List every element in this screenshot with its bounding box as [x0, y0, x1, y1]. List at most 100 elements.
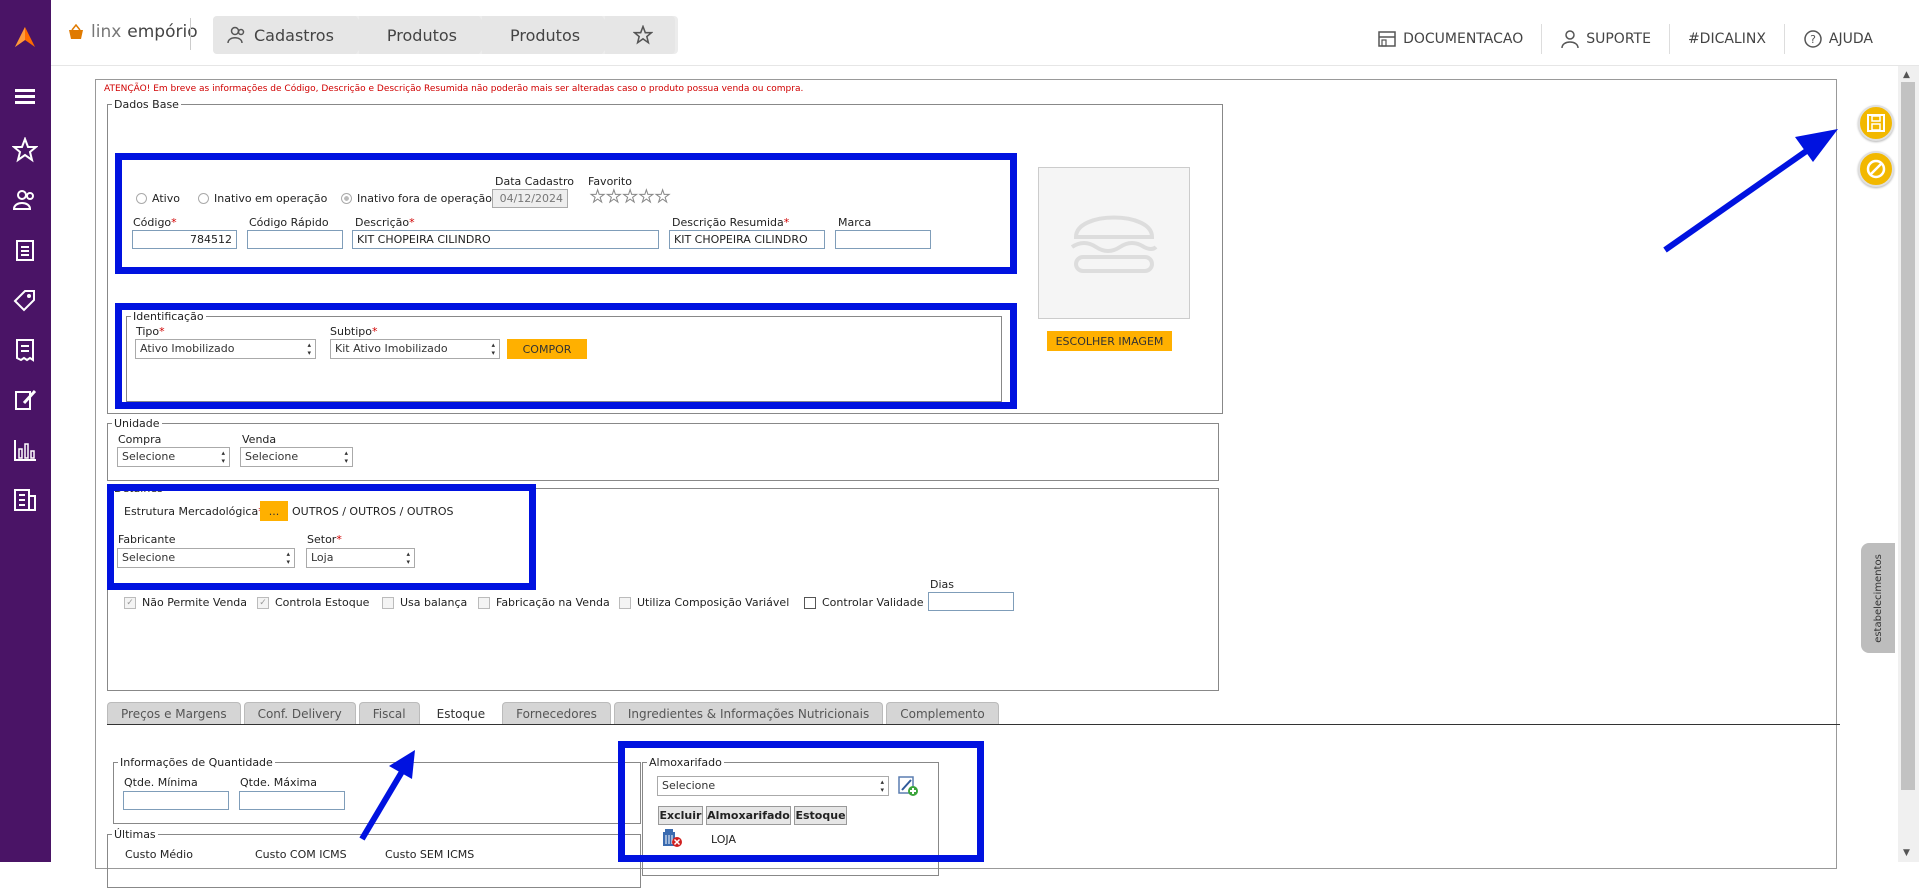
tab-fornecedores[interactable]: Fornecedores — [502, 702, 611, 725]
breadcrumb: Cadastros Produtos Produtos — [213, 16, 679, 54]
dicalinx-link[interactable]: #DICALINX — [1670, 31, 1784, 47]
dados-base-legend: Dados Base — [114, 98, 179, 111]
venda-label: Venda — [242, 433, 277, 446]
venda-select[interactable]: Selecione — [240, 447, 353, 467]
breadcrumb-label: Produtos — [509, 25, 581, 45]
burger-icon — [1070, 215, 1158, 273]
checkbox-box — [619, 596, 631, 609]
brand-text-emporio: empório — [127, 22, 198, 42]
checkbox-box — [478, 596, 490, 609]
qtde-minima-field[interactable] — [123, 791, 229, 810]
estabelecimentos-side-tab[interactable]: estabelecimentos — [1861, 543, 1895, 653]
scrollbar-thumb[interactable] — [1901, 82, 1915, 790]
svg-text:?: ? — [1810, 33, 1816, 46]
dicalinx-label: #DICALINX — [1687, 31, 1766, 47]
building-icon[interactable] — [12, 487, 38, 513]
ultimas-legend: Últimas — [114, 828, 156, 841]
tab-conf-delivery[interactable]: Conf. Delivery — [243, 702, 356, 725]
menu-icon[interactable] — [12, 84, 38, 110]
tab-estoque[interactable]: Estoque — [422, 702, 500, 725]
checkbox-box[interactable] — [804, 596, 816, 609]
annotation-box-almoxarifado — [618, 741, 984, 862]
checkbox-label: Controlar Validade — [822, 596, 924, 609]
tabs-underline — [107, 724, 1840, 725]
users-icon — [227, 26, 245, 44]
warning-message: ATENÇÃO! Em breve as informações de Códi… — [104, 84, 804, 94]
product-image-placeholder — [1038, 167, 1190, 319]
suporte-link[interactable]: SUPORTE — [1542, 29, 1669, 49]
edit-doc-icon[interactable] — [12, 387, 38, 413]
tab-fiscal[interactable]: Fiscal — [358, 702, 420, 725]
breadcrumb-produtos-current[interactable]: Produtos — [481, 16, 617, 54]
quantidade-fieldset: Informações de Quantidade — [113, 756, 641, 824]
documentacao-link[interactable]: DOCUMENTACAO — [1359, 30, 1541, 48]
annotation-box-detalhes — [107, 484, 536, 590]
controla-estoque-checkbox: ✓ Controla Estoque — [257, 596, 369, 609]
custo-medio-label: Custo Médio — [125, 848, 193, 861]
breadcrumb-label: Cadastros — [254, 25, 334, 45]
store-icon — [1378, 31, 1396, 47]
custo-sem-icms-label: Custo SEM ICMS — [385, 848, 475, 861]
product-tabs: Preços e Margens Conf. Delivery Fiscal E… — [107, 702, 999, 725]
scroll-up-arrow-icon[interactable]: ▲ — [1903, 70, 1910, 80]
qtde-maxima-field[interactable] — [239, 791, 345, 810]
quantidade-legend: Informações de Quantidade — [120, 756, 273, 769]
checkbox-label: Usa balança — [400, 596, 468, 609]
brand-text-linx: linx — [91, 22, 122, 42]
fabricacao-na-venda-checkbox: Fabricação na Venda — [478, 596, 610, 609]
scroll-down-arrow-icon[interactable]: ▼ — [1903, 848, 1910, 858]
star-icon[interactable] — [11, 136, 39, 163]
ajuda-label: AJUDA — [1828, 31, 1873, 47]
controlar-validade-checkbox[interactable]: Controlar Validade — [804, 596, 924, 609]
usa-balanca-checkbox: Usa balança — [382, 596, 467, 609]
clipboard-icon[interactable] — [12, 237, 38, 263]
tab-ingredientes[interactable]: Ingredientes & Informações Nutricionais — [613, 702, 884, 725]
documentacao-label: DOCUMENTACAO — [1403, 31, 1524, 47]
checkbox-label: Fabricação na Venda — [496, 596, 610, 609]
nao-permite-venda-checkbox: ✓ Não Permite Venda — [124, 596, 247, 609]
checkbox-box: ✓ — [124, 596, 136, 609]
star-outline-icon — [633, 25, 654, 45]
compra-label: Compra — [118, 433, 162, 446]
users-icon[interactable] — [12, 187, 38, 213]
breadcrumb-cadastros[interactable]: Cadastros — [213, 16, 370, 54]
cancel-button[interactable] — [1858, 151, 1894, 187]
utiliza-composicao-variavel-checkbox: Utiliza Composição Variável — [619, 596, 789, 609]
header-links: DOCUMENTACAO SUPORTE #DICALINX ? AJUDA — [1359, 24, 1891, 54]
receipt-icon[interactable] — [12, 337, 38, 363]
cancel-icon — [1866, 159, 1886, 179]
save-button[interactable] — [1858, 105, 1894, 141]
linx-logo-icon[interactable] — [13, 25, 37, 49]
checkbox-box — [382, 596, 394, 609]
left-sidebar — [0, 0, 51, 862]
escolher-imagem-button[interactable]: ESCOLHER IMAGEM — [1047, 331, 1172, 351]
dias-label: Dias — [930, 578, 954, 591]
checkbox-label: Utiliza Composição Variável — [637, 596, 790, 609]
dias-field[interactable] — [928, 592, 1014, 611]
basket-icon — [69, 24, 83, 39]
suporte-label: SUPORTE — [1586, 31, 1651, 47]
help-circle-icon: ? — [1804, 30, 1822, 48]
top-header: linx empório Cadastros Produtos Produtos… — [51, 0, 1919, 66]
ajuda-link[interactable]: ? AJUDA — [1785, 29, 1891, 49]
tag-icon[interactable] — [12, 287, 38, 313]
breadcrumb-label: Produtos — [386, 25, 457, 45]
save-icon — [1867, 114, 1885, 132]
custo-com-icms-label: Custo COM ICMS — [255, 848, 347, 861]
annotation-box-identificacao — [115, 303, 1017, 409]
checkbox-box: ✓ — [257, 596, 269, 609]
user-icon — [1561, 30, 1579, 49]
tab-complemento[interactable]: Complemento — [886, 702, 999, 725]
qtde-minima-label: Qtde. Mínima — [124, 776, 198, 789]
annotation-box-dados — [115, 153, 1017, 274]
unidade-legend: Unidade — [114, 417, 160, 430]
tab-precos-margens[interactable]: Preços e Margens — [107, 702, 241, 725]
brand-divider — [190, 18, 191, 50]
breadcrumb-produtos[interactable]: Produtos — [358, 16, 494, 54]
brand-logo[interactable]: linx empório — [67, 22, 198, 42]
chart-icon[interactable] — [12, 437, 38, 463]
estabelecimentos-label: estabelecimentos — [1872, 553, 1884, 643]
checkbox-label: Não Permite Venda — [142, 596, 248, 609]
qtde-maxima-label: Qtde. Máxima — [240, 776, 317, 789]
compra-select[interactable]: Selecione — [117, 447, 230, 467]
